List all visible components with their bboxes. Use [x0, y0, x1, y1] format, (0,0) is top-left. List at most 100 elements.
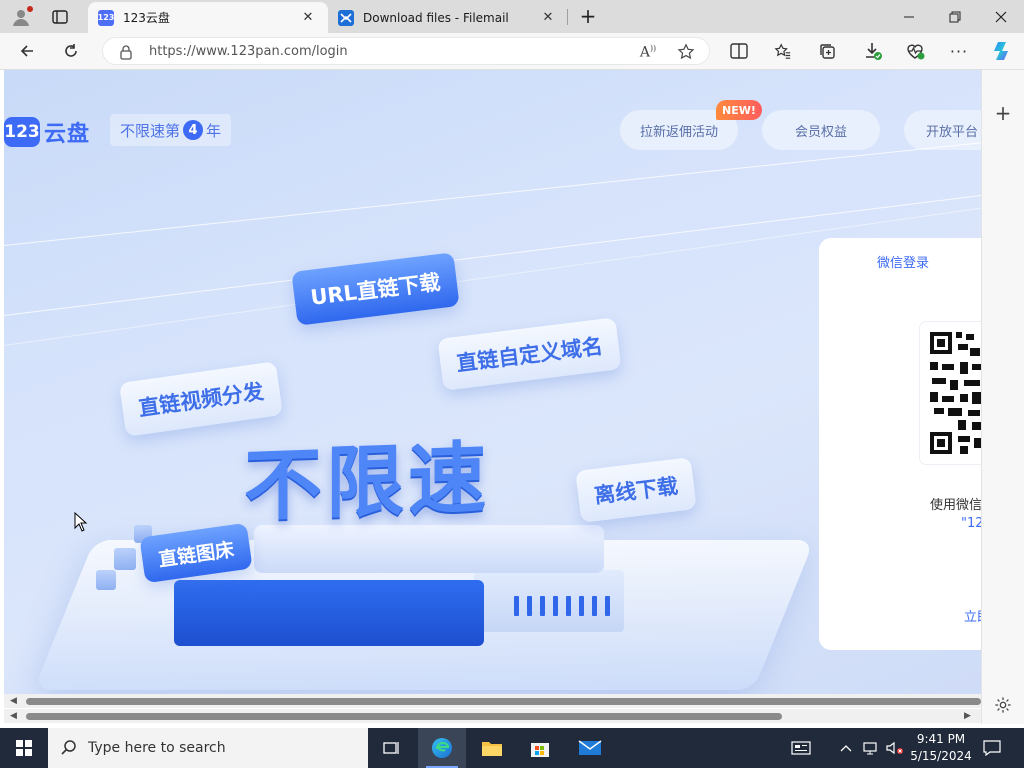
close-tab-icon[interactable]: ✕ — [298, 8, 318, 28]
refresh-icon — [65, 44, 77, 57]
notification-center-button[interactable] — [980, 728, 1004, 768]
volume-status[interactable] — [884, 728, 906, 768]
split-screen-button[interactable] — [724, 37, 754, 65]
collections-button[interactable] — [812, 37, 842, 65]
scrollbar-thumb[interactable] — [26, 713, 782, 720]
taskbar-file-explorer[interactable] — [468, 728, 516, 768]
sidebar-settings-button[interactable] — [990, 692, 1016, 718]
new-tab-button[interactable]: + — [576, 4, 600, 28]
horizontal-scrollbar-inner[interactable]: ◀ — [4, 694, 981, 708]
windows-taskbar: Type here to search 9:41 PM 5/15/2024 — [0, 728, 1024, 768]
hero-bar — [579, 596, 584, 616]
hero-bar — [553, 596, 558, 616]
taskbar-store[interactable] — [516, 728, 564, 768]
close-icon — [995, 11, 1007, 22]
scroll-left-icon[interactable]: ◀ — [10, 711, 17, 721]
browser-toolbar: https://www.123pan.com/login A)) ··· — [0, 33, 1024, 70]
hero-cube — [114, 548, 136, 570]
login-qr-code — [920, 322, 981, 464]
copilot-icon — [994, 42, 1008, 60]
hero-bar — [540, 596, 545, 616]
tab-title: 123云盘 — [123, 11, 170, 25]
network-status[interactable] — [860, 728, 882, 768]
tag-custom-domain: 直链自定义域名 — [437, 317, 622, 391]
taskbar-search[interactable]: Type here to search — [48, 728, 368, 768]
notification-dot — [27, 6, 33, 12]
horizontal-scrollbar[interactable]: ◀ ▶ — [4, 709, 981, 723]
app-name-tip: "12 — [961, 516, 981, 531]
close-window-button[interactable] — [978, 0, 1024, 33]
show-hidden-icons[interactable] — [836, 728, 856, 768]
search-placeholder: Type here to search — [88, 740, 226, 756]
search-icon — [61, 740, 76, 755]
start-button[interactable] — [0, 728, 48, 768]
notification-icon — [983, 740, 1001, 756]
download-icon — [866, 43, 882, 60]
qr-code-icon — [930, 332, 981, 454]
light-streak — [4, 140, 981, 246]
tab-favicon-123pan: 123 — [98, 9, 114, 26]
mail-icon — [578, 740, 602, 755]
edge-sidebar: + — [981, 70, 1024, 724]
task-view-button[interactable] — [368, 728, 416, 768]
hero-cube — [96, 570, 116, 590]
network-icon — [863, 742, 877, 755]
profile-button[interactable] — [8, 5, 34, 29]
folder-icon — [482, 742, 502, 756]
hero-platform-base — [174, 580, 484, 646]
edge-icon — [432, 738, 452, 758]
nav-label: 拉新返佣活动 — [639, 124, 718, 140]
scroll-left-icon[interactable]: ◀ — [10, 696, 17, 706]
downloads-button[interactable] — [858, 37, 888, 65]
more-icon: ··· — [949, 41, 969, 61]
settings-more-button[interactable]: ··· — [944, 37, 974, 65]
nav-membership[interactable]: 会员权益 — [762, 110, 880, 150]
collections-icon — [820, 44, 835, 59]
scrollbar-thumb[interactable] — [26, 698, 981, 705]
minimize-icon — [904, 16, 914, 17]
taskbar-edge[interactable] — [418, 728, 466, 768]
address-bar[interactable]: https://www.123pan.com/login A)) — [102, 37, 710, 65]
refresh-button[interactable] — [56, 37, 86, 65]
nav-open-platform[interactable]: 开放平台 — [904, 110, 981, 150]
minimize-button[interactable] — [886, 0, 932, 33]
lock-icon[interactable] — [119, 44, 133, 60]
tab-123pan[interactable]: 123 123云盘 ✕ — [88, 2, 328, 33]
slogan-number: 4 — [183, 120, 204, 140]
read-aloud-button[interactable]: A)) — [635, 40, 661, 64]
new-badge: NEW! — [716, 100, 762, 120]
taskbar-news-button[interactable] — [786, 728, 816, 768]
tab-actions-icon — [52, 10, 68, 24]
add-sidebar-app-button[interactable]: + — [990, 100, 1016, 126]
clock-time: 9:41 PM — [916, 732, 966, 746]
mouse-cursor-icon — [74, 512, 88, 532]
tab-title: Download files - Filemail — [363, 10, 509, 25]
url-text[interactable]: https://www.123pan.com/login — [149, 44, 348, 59]
favorites-icon — [774, 43, 791, 59]
hero-bar — [566, 596, 571, 616]
restore-button[interactable] — [932, 0, 978, 33]
split-screen-icon — [730, 43, 748, 59]
restore-icon — [949, 11, 961, 22]
tab-filemail[interactable]: Download files - Filemail ✕ — [328, 2, 568, 33]
login-link[interactable]: 立即 — [964, 606, 981, 625]
system-clock[interactable]: 9:41 PM 5/15/2024 — [906, 731, 976, 765]
site-logo[interactable]: 123 云盘 — [4, 116, 90, 148]
back-button[interactable] — [12, 37, 42, 65]
wechat-login-tab[interactable]: 微信登录 — [877, 252, 929, 271]
read-aloud-icon: A)) — [639, 43, 657, 61]
hero-bar — [527, 596, 532, 616]
news-icon — [791, 741, 811, 755]
store-icon — [531, 743, 549, 757]
copilot-button[interactable] — [988, 37, 1018, 65]
close-tab-icon[interactable]: ✕ — [538, 8, 558, 28]
task-view-icon — [383, 742, 399, 754]
favorites-button[interactable] — [768, 37, 798, 65]
slogan-badge: 不限速第 4 年 — [110, 114, 232, 146]
performance-button[interactable] — [900, 37, 930, 65]
tab-actions-button[interactable] — [48, 6, 72, 28]
logo-name: 云盘 — [44, 122, 91, 147]
scroll-right-icon[interactable]: ▶ — [964, 711, 971, 721]
taskbar-mail[interactable] — [566, 728, 614, 768]
favorite-button[interactable] — [673, 40, 699, 64]
